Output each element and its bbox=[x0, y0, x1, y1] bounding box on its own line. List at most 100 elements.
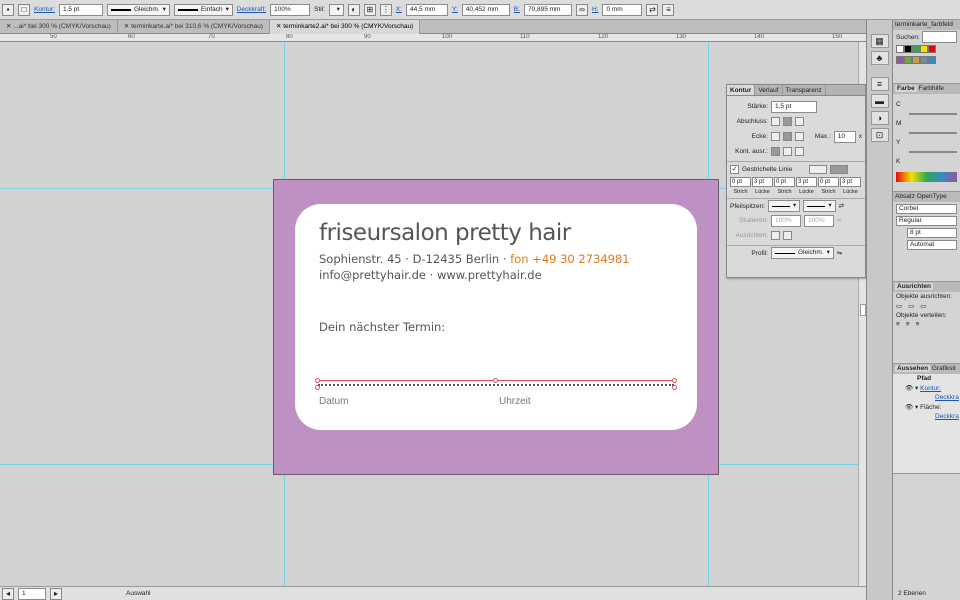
color-spectrum[interactable] bbox=[896, 172, 957, 182]
doc-tab-3[interactable]: ✕ terminkarte2.ai* bei 300 % (CMYK/Vorsc… bbox=[269, 20, 421, 34]
pathfinder-icon[interactable]: ⊡ bbox=[870, 128, 889, 142]
swatch[interactable] bbox=[920, 45, 928, 53]
anchor-handle[interactable] bbox=[493, 378, 498, 383]
tab-farbhilfe[interactable]: Farbhilfe bbox=[919, 85, 944, 92]
swatch[interactable] bbox=[928, 45, 936, 53]
dotted-line-path[interactable] bbox=[315, 378, 677, 390]
tab-transparenz[interactable]: Transparenz bbox=[783, 85, 826, 95]
arrow-end-icon[interactable] bbox=[783, 231, 792, 240]
gap-1[interactable]: 3 pt bbox=[752, 176, 773, 187]
miter-join-icon[interactable] bbox=[770, 132, 780, 141]
font-style-field[interactable]: Regular bbox=[896, 216, 957, 226]
link-scale-icon[interactable]: ∞ bbox=[837, 217, 842, 224]
swatch[interactable] bbox=[904, 45, 912, 53]
opacity-field[interactable]: 100% bbox=[270, 3, 311, 16]
page-field[interactable]: 1 bbox=[18, 587, 46, 600]
tab-verlauf[interactable]: Verlauf bbox=[755, 85, 783, 95]
kontur-link[interactable]: Kontur: bbox=[34, 6, 55, 13]
font-field[interactable]: Corbel bbox=[896, 204, 957, 214]
appearance-stroke[interactable]: Kontur: bbox=[920, 385, 941, 392]
align-inside-icon[interactable] bbox=[783, 147, 792, 156]
scale-end-field[interactable]: 100% bbox=[804, 214, 834, 227]
business-card[interactable]: friseursalon pretty hair Sophienstr. 45 … bbox=[273, 179, 719, 475]
gap-3[interactable]: 3 pt bbox=[840, 176, 861, 187]
recolor-icon[interactable]: ◐ bbox=[347, 3, 360, 16]
scale-start-field[interactable]: 100% bbox=[771, 214, 801, 227]
opacity-link[interactable]: Deckkraft: bbox=[237, 6, 266, 13]
x-field[interactable]: 44,5 mm bbox=[405, 3, 448, 16]
doc-tab-2[interactable]: ✕ terminkarte.ai* bei 310,6 % (CMYK/Vors… bbox=[118, 20, 270, 34]
y-field[interactable]: 40,452 mm bbox=[461, 3, 510, 16]
brush-dropdown[interactable]: Einfach ▾ bbox=[173, 3, 233, 16]
arrow-end-dropdown[interactable]: ▾ bbox=[803, 200, 836, 212]
miter-field[interactable]: 10 bbox=[833, 130, 856, 143]
swatch[interactable] bbox=[896, 45, 904, 53]
dash-preserve-icon[interactable] bbox=[809, 164, 828, 174]
appearance-opacity2[interactable]: Deckkra bbox=[935, 413, 959, 420]
c-slider[interactable] bbox=[909, 113, 957, 115]
align-icon[interactable]: ⊞ bbox=[363, 3, 376, 16]
card-white-area[interactable]: friseursalon pretty hair Sophienstr. 45 … bbox=[295, 204, 697, 430]
reference-point-icon[interactable]: ⋮ bbox=[379, 3, 392, 16]
arrow-start-dropdown[interactable]: ▾ bbox=[768, 200, 801, 212]
m-slider[interactable] bbox=[909, 132, 957, 134]
align-buttons[interactable]: ▭▭▭ bbox=[893, 301, 960, 311]
profile-dropdown[interactable]: Gleichm. ▾ bbox=[771, 247, 834, 259]
bevel-join-icon[interactable] bbox=[794, 132, 804, 141]
appearance-stroke-row[interactable]: 👁 ▾ Kontur: bbox=[893, 383, 960, 393]
stroke-color-icon[interactable]: □ bbox=[18, 3, 30, 16]
doc-tab-1[interactable]: ✕ ...ai* bei 300 % (CMYK/Vorschau) bbox=[0, 20, 118, 34]
transform-icon[interactable]: ⇄ bbox=[646, 3, 659, 16]
arrow-tip-icon[interactable] bbox=[771, 231, 780, 240]
anchor-handle[interactable] bbox=[672, 378, 677, 383]
page-next-icon[interactable]: ▸ bbox=[50, 587, 62, 600]
distribute-buttons[interactable]: ≡≡≡ bbox=[893, 320, 960, 329]
dash-align-icon[interactable] bbox=[830, 164, 849, 174]
fill-icon[interactable]: ▪ bbox=[2, 3, 14, 16]
swatch[interactable] bbox=[912, 45, 920, 53]
stroke-weight-field[interactable]: 1,5 pt bbox=[58, 3, 103, 16]
gap-2[interactable]: 3 pt bbox=[796, 176, 817, 187]
tab-grafikstil[interactable]: Grafiksti bbox=[932, 365, 956, 372]
link-icon[interactable]: ∞ bbox=[575, 3, 588, 16]
flip-icon[interactable]: ⇋ bbox=[837, 249, 842, 257]
butt-cap-icon[interactable] bbox=[771, 117, 780, 126]
round-join-icon[interactable] bbox=[782, 132, 792, 141]
appearance-fill-row[interactable]: 👁 ▾ Fläche: bbox=[893, 402, 960, 412]
dashed-checkbox[interactable]: ✓ bbox=[730, 164, 739, 174]
style-dropdown[interactable]: ▾ bbox=[328, 3, 344, 16]
appearance-opacity-row[interactable]: Deckkra bbox=[893, 393, 960, 402]
height-field[interactable]: 0 mm bbox=[602, 3, 643, 16]
panel-menu-icon[interactable]: ≡ bbox=[662, 3, 675, 16]
page-prev-icon[interactable]: ◂ bbox=[2, 587, 14, 600]
swatch[interactable] bbox=[912, 56, 920, 64]
leading-field[interactable]: Automat bbox=[907, 240, 957, 250]
align-outside-icon[interactable] bbox=[795, 147, 804, 156]
color-guide-icon[interactable]: ▦ bbox=[870, 34, 889, 48]
variable-width-dropdown[interactable]: Gleichm. ▾ bbox=[106, 3, 170, 16]
font-size-field[interactable]: 8 pt bbox=[907, 228, 957, 238]
search-input[interactable] bbox=[921, 31, 957, 43]
swatch[interactable] bbox=[904, 56, 912, 64]
anchor-handle[interactable] bbox=[315, 385, 320, 390]
transparency-icon[interactable]: ◑ bbox=[870, 111, 889, 125]
stroke-icon[interactable]: ≡ bbox=[870, 77, 889, 91]
tab-absatz[interactable]: Absatz bbox=[895, 193, 915, 200]
swatch[interactable] bbox=[928, 56, 936, 64]
tab-opentype[interactable]: OpenType bbox=[917, 193, 947, 200]
swatch[interactable] bbox=[896, 56, 904, 64]
symbols-icon[interactable]: ♣ bbox=[870, 51, 889, 65]
gradient-icon[interactable]: ▬ bbox=[870, 94, 889, 108]
y-slider[interactable] bbox=[909, 151, 957, 153]
swatch[interactable] bbox=[920, 56, 928, 64]
round-cap-icon[interactable] bbox=[783, 117, 792, 126]
dash-3[interactable]: 0 pt bbox=[818, 176, 839, 187]
width-field[interactable]: 70,895 mm bbox=[523, 3, 572, 16]
appearance-opacity[interactable]: Deckkra bbox=[935, 394, 959, 401]
tab-ausrichten[interactable]: Ausrichten bbox=[895, 283, 933, 290]
swap-arrows-icon[interactable]: ⇄ bbox=[839, 202, 844, 210]
tab-aussehen[interactable]: Aussehen bbox=[895, 365, 931, 372]
weight-field[interactable]: 1,5 pt bbox=[771, 100, 817, 113]
dash-1[interactable]: 0 pt bbox=[730, 176, 751, 187]
anchor-handle[interactable] bbox=[315, 378, 320, 383]
